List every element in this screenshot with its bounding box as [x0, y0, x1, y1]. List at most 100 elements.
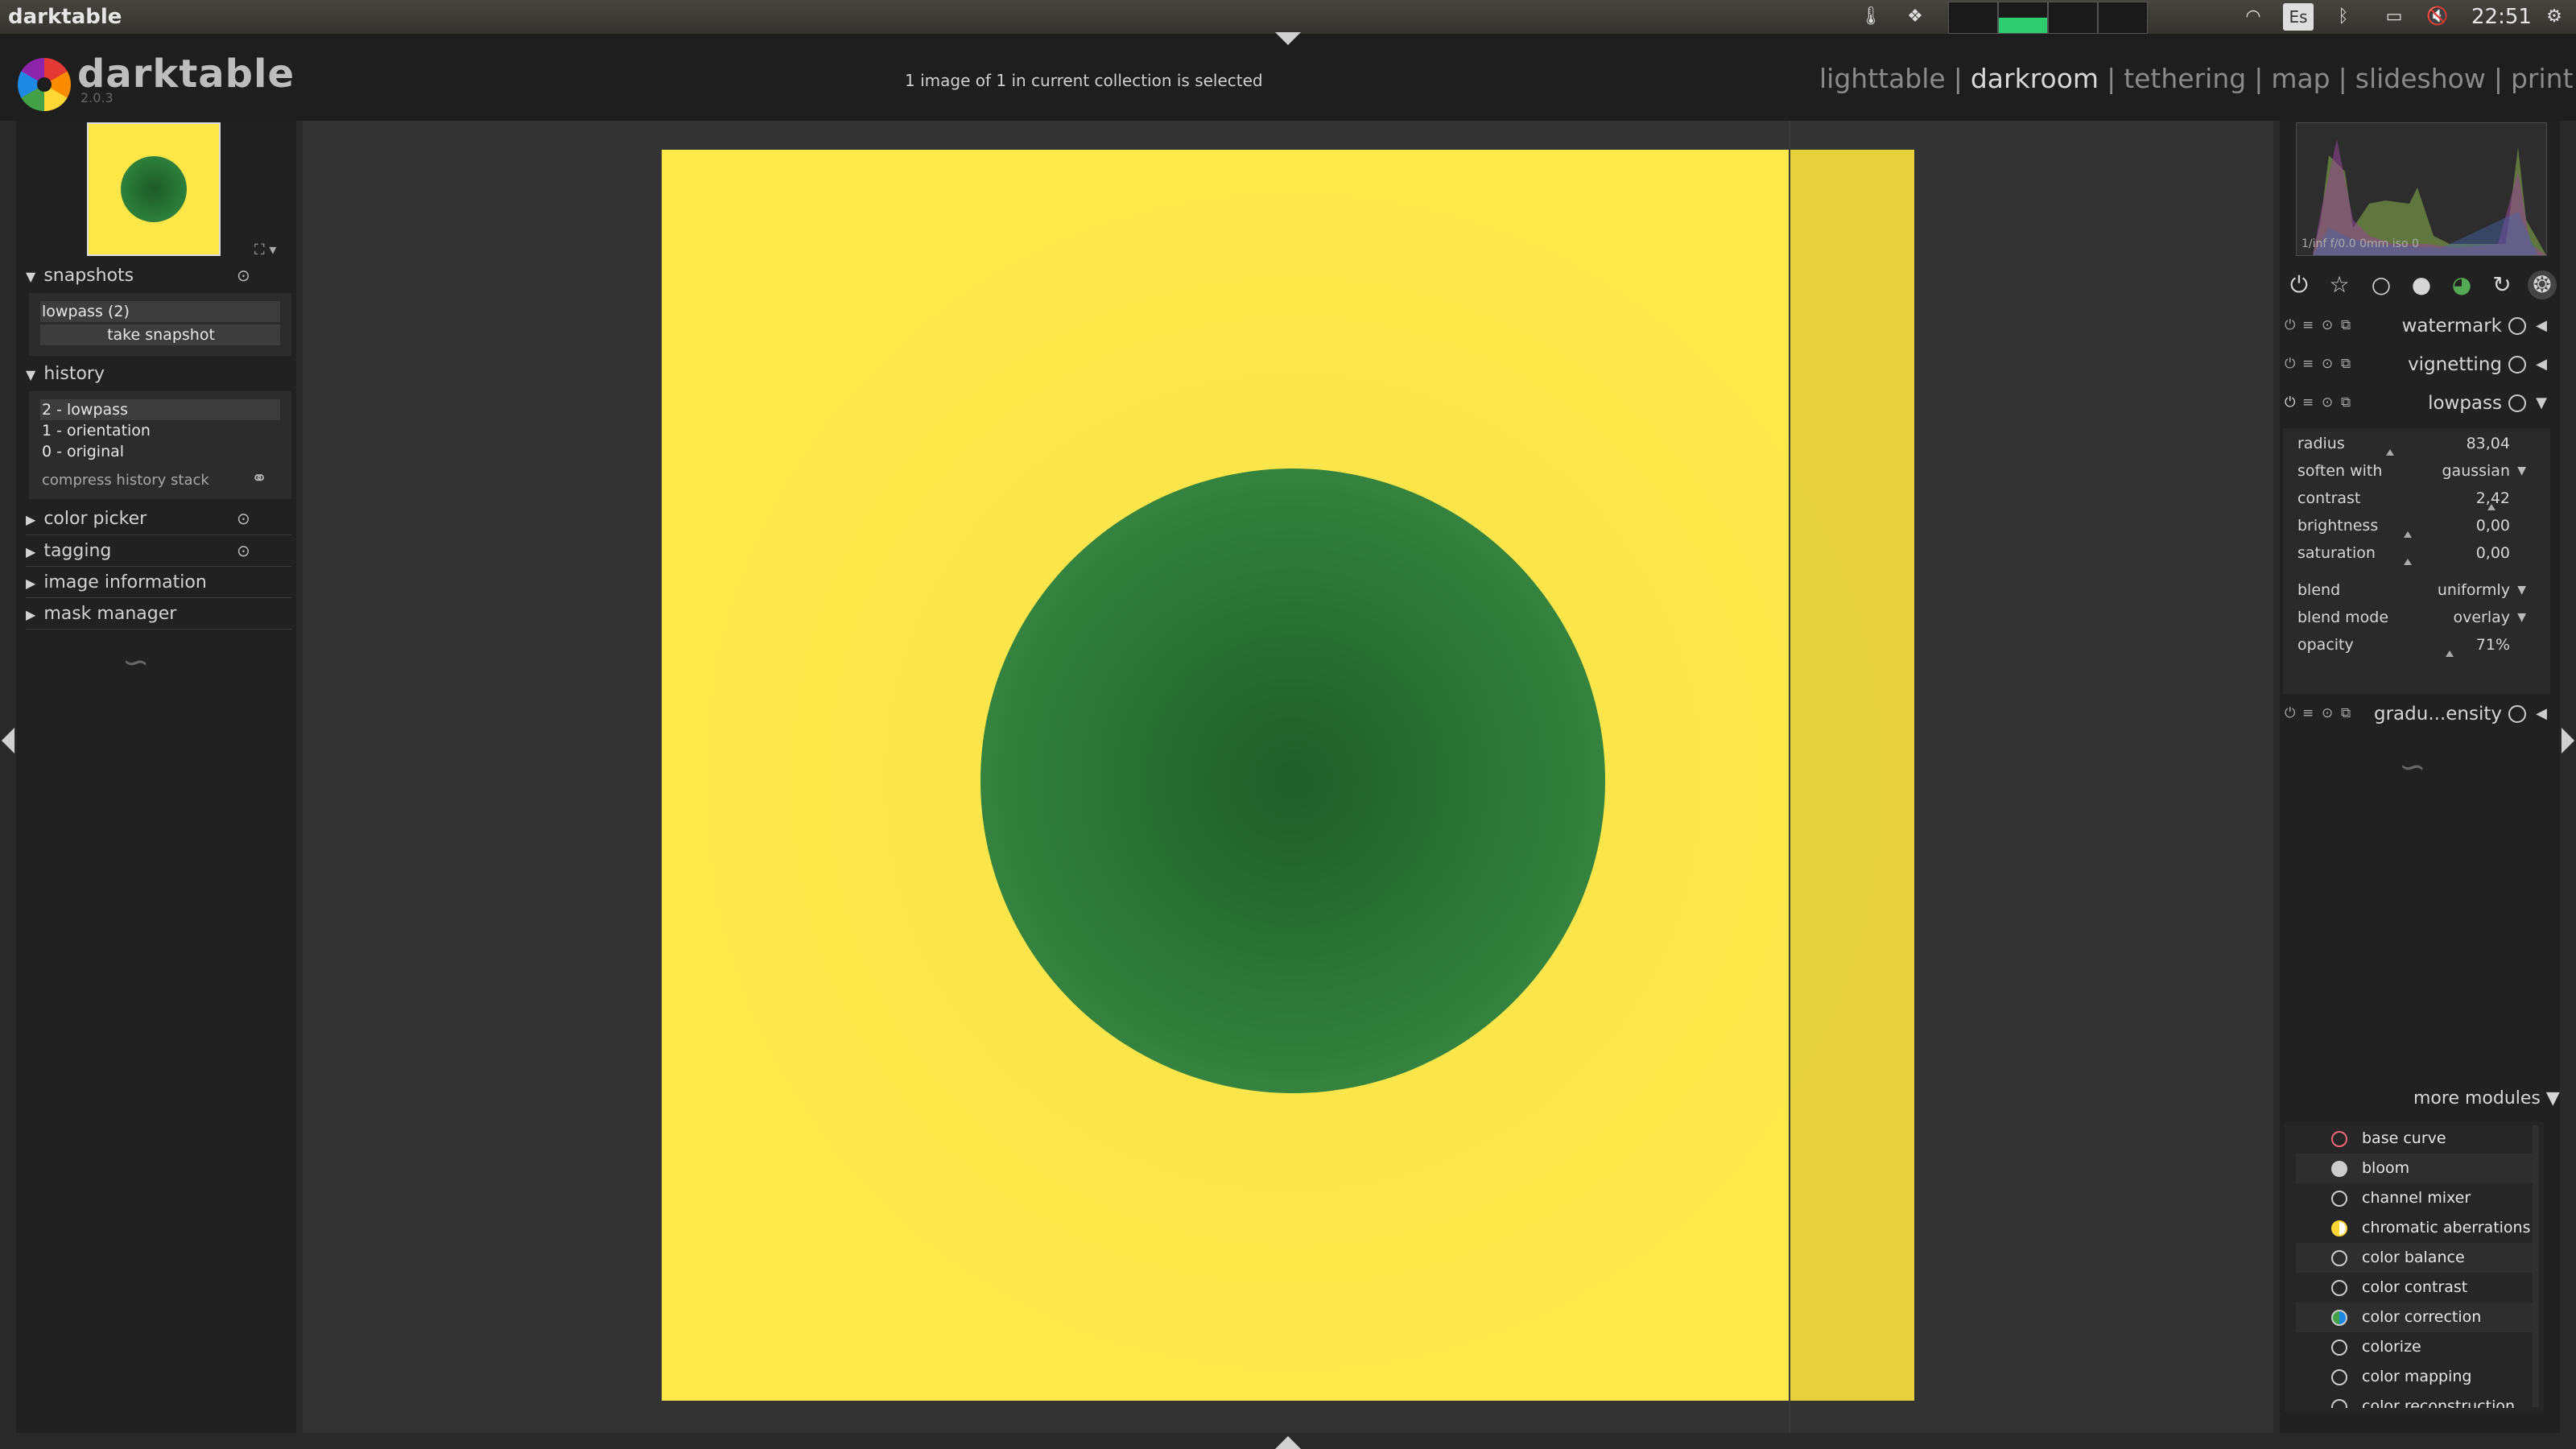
module-list-scrollbar[interactable]	[2533, 1125, 2539, 1407]
module-name: gradu...ensity	[2374, 704, 2502, 724]
presets-icon[interactable]: ⧉	[2341, 317, 2351, 333]
radius-slider[interactable]: radius 83,04	[2297, 431, 2510, 456]
color-picker-header[interactable]: ▶ color picker	[26, 507, 147, 531]
snapshots-preset-icon[interactable]: ⊙	[237, 266, 250, 285]
module-list-item[interactable]: channel mixer	[2296, 1183, 2537, 1213]
collapse-right-panel-arrow[interactable]	[2562, 728, 2574, 753]
blend-mode-dropdown[interactable]: blend mode overlay ▼	[2297, 605, 2526, 630]
presets-icon[interactable]: ⧉	[2341, 356, 2351, 372]
slider-marker[interactable]	[2487, 504, 2496, 510]
dropbox-icon[interactable]: ❖	[1905, 6, 1926, 27]
expand-arrow-icon[interactable]: ◀	[2536, 317, 2547, 334]
volume-muted-icon[interactable]: 🔇	[2426, 6, 2448, 27]
multi-instance-icon[interactable]: ≡	[2302, 317, 2314, 333]
expand-arrow-icon[interactable]: ◀	[2536, 356, 2547, 373]
active-modules-power-icon[interactable]: ⏻	[2285, 270, 2314, 299]
snapshots-header[interactable]: ▼ snapshots	[26, 264, 134, 288]
collapse-arrow-icon[interactable]: ▼	[2536, 394, 2547, 411]
correct-group-icon[interactable]: ↻	[2487, 270, 2516, 299]
collapse-bottom-panel-arrow[interactable]	[1275, 1436, 1301, 1449]
saturation-slider[interactable]: saturation 0,00	[2297, 541, 2510, 565]
opacity-slider[interactable]: opacity 71%	[2297, 633, 2510, 657]
dropdown-arrow-icon[interactable]: ▼	[2517, 605, 2526, 630]
module-watermark[interactable]: ⏻ ≡ ⊙ ⧉ watermark ◀	[2280, 311, 2553, 343]
module-list-item[interactable]: chromatic aberrations	[2296, 1213, 2537, 1243]
mask-manager-header[interactable]: ▶ mask manager	[26, 602, 176, 626]
view-slideshow[interactable]: slideshow	[2355, 63, 2486, 94]
contrast-slider[interactable]: contrast 2,42	[2297, 486, 2510, 510]
module-list-item[interactable]: color balance	[2296, 1243, 2537, 1273]
create-style-icon[interactable]: ⚭	[251, 467, 267, 489]
power-icon[interactable]: ⏻	[2285, 317, 2295, 333]
multi-instance-icon[interactable]: ≡	[2302, 705, 2314, 721]
image-canvas[interactable]	[662, 150, 1914, 1401]
thermometer-icon[interactable]: 🌡	[1860, 6, 1882, 27]
filmstrip-thumbnail[interactable]	[87, 122, 221, 256]
power-icon[interactable]: ⏻	[2285, 356, 2295, 372]
history-item[interactable]: 2 - lowpass	[40, 399, 280, 420]
bluetooth-icon[interactable]: ᛒ	[2333, 6, 2354, 27]
histogram[interactable]: 1/inf f/0.0 0mm iso 0	[2296, 122, 2547, 256]
module-list-item[interactable]: colorize	[2296, 1332, 2537, 1362]
expand-arrow-icon[interactable]: ◀	[2536, 705, 2547, 722]
power-icon[interactable]: ⏻	[2285, 705, 2295, 721]
navigation-zoom-dropdown-icon[interactable]: ⛶ ▾	[254, 242, 276, 258]
module-list-item[interactable]: color contrast	[2296, 1273, 2537, 1302]
reset-icon[interactable]: ⊙	[2322, 356, 2333, 372]
compress-history-button[interactable]: compress history stack	[40, 470, 280, 491]
soften-with-dropdown[interactable]: soften with gaussian ▼	[2297, 459, 2526, 483]
snapshot-item[interactable]: lowpass (2)	[40, 301, 280, 322]
view-darkroom[interactable]: darkroom	[1971, 63, 2099, 94]
module-list-item[interactable]: color mapping	[2296, 1362, 2537, 1392]
module-list-item[interactable]: color correction	[2296, 1302, 2537, 1332]
module-vignetting[interactable]: ⏻ ≡ ⊙ ⧉ vignetting ◀	[2280, 349, 2553, 382]
reset-icon[interactable]: ⊙	[2322, 394, 2333, 411]
basic-group-circle-icon[interactable]: ○	[2367, 270, 2396, 299]
color-group-icon[interactable]: ◕	[2447, 270, 2476, 299]
brightness-slider[interactable]: brightness 0,00	[2297, 514, 2510, 538]
wifi-icon[interactable]: ◠	[2243, 6, 2264, 27]
favorites-star-icon[interactable]: ☆	[2325, 270, 2354, 299]
module-list-item[interactable]: color reconstruction	[2296, 1392, 2537, 1408]
dropdown-arrow-icon[interactable]: ▼	[2517, 459, 2526, 483]
slider-marker[interactable]	[2404, 559, 2412, 565]
color-picker-preset-icon[interactable]: ⊙	[237, 509, 250, 528]
collapse-left-panel-arrow[interactable]	[2, 728, 14, 753]
module-list-item[interactable]: base curve	[2296, 1124, 2537, 1154]
history-item[interactable]: 1 - orientation	[40, 420, 280, 441]
param-label: brightness	[2297, 517, 2379, 535]
slider-marker[interactable]	[2446, 650, 2454, 657]
dropdown-arrow-icon[interactable]: ▼	[2517, 578, 2526, 602]
blend-dropdown[interactable]: blend uniformly ▼	[2297, 578, 2526, 602]
history-header[interactable]: ▼ history	[26, 362, 105, 386]
presets-icon[interactable]: ⧉	[2341, 705, 2351, 721]
module-graduated-density[interactable]: ⏻ ≡ ⊙ ⧉ gradu...ensity ◀	[2280, 699, 2553, 731]
reset-icon[interactable]: ⊙	[2322, 705, 2333, 721]
view-print[interactable]: print	[2511, 63, 2574, 94]
module-lowpass[interactable]: ⏻ ≡ ⊙ ⧉ lowpass ▼	[2280, 388, 2553, 420]
clock[interactable]: 22:51	[2471, 5, 2532, 29]
multi-instance-icon[interactable]: ≡	[2302, 394, 2314, 411]
more-modules-header[interactable]: more modules ▼	[2413, 1088, 2560, 1108]
history-item[interactable]: 0 - original	[40, 441, 280, 462]
take-snapshot-button[interactable]: take snapshot	[40, 324, 280, 345]
battery-icon[interactable]: ▭	[2378, 6, 2410, 27]
tone-group-icon[interactable]: ●	[2407, 270, 2436, 299]
view-lighttable[interactable]: lighttable	[1819, 63, 1946, 94]
slider-marker[interactable]	[2404, 531, 2412, 538]
tagging-header[interactable]: ▶ tagging	[26, 539, 111, 564]
power-icon[interactable]: ⏻	[2285, 394, 2295, 411]
reset-icon[interactable]: ⊙	[2322, 317, 2333, 333]
view-tethering[interactable]: tethering	[2124, 63, 2246, 94]
tagging-preset-icon[interactable]: ⊙	[237, 541, 250, 560]
slider-marker[interactable]	[2386, 449, 2394, 456]
keyboard-layout-indicator[interactable]: Es	[2283, 3, 2314, 31]
effects-group-icon[interactable]: ❂	[2528, 270, 2557, 299]
settings-gear-icon[interactable]: ⚙	[2544, 6, 2565, 27]
multi-instance-icon[interactable]: ≡	[2302, 356, 2314, 372]
presets-icon[interactable]: ⧉	[2341, 394, 2351, 411]
image-information-header[interactable]: ▶ image information	[26, 571, 207, 595]
collapse-top-panel-arrow[interactable]	[1275, 32, 1301, 45]
view-map[interactable]: map	[2271, 63, 2330, 94]
module-list-item[interactable]: bloom	[2296, 1154, 2537, 1183]
